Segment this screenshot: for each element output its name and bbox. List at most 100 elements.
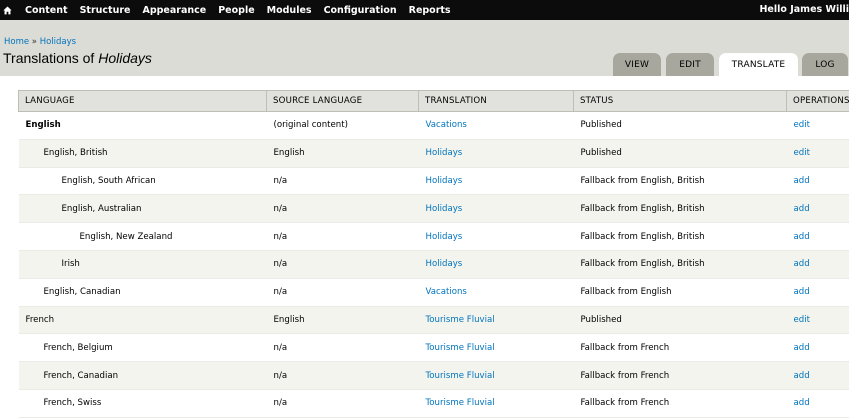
breadcrumb-home-link[interactable]: Home [4,37,29,47]
table-row: English, Canadian n/a Vacations Fallback fr… [19,278,849,306]
operation-link[interactable]: add [794,343,810,353]
table-row: French English Tourisme Fluvial Published ed… [19,306,849,334]
user-name-link[interactable]: James Willi [790,4,849,15]
breadcrumb: Home » Holidays [4,37,76,47]
page-title-node: Holidays [98,50,152,66]
operation-link[interactable]: add [794,176,810,186]
language-name-cell: English, Canadian [19,278,267,306]
menu-appearance[interactable]: Appearance [142,5,206,16]
operation-link-cell: edit [787,306,849,334]
header-translation[interactable]: TRANSLATION [419,91,574,112]
operation-link[interactable]: add [794,232,810,242]
header-status[interactable]: STATUS [574,91,787,112]
table-row: English, BritishEnglishHolidaysPublished… [19,139,849,167]
status-text-cell: Fallback from English [574,278,787,306]
header-language[interactable]: LANGUAGE [19,91,267,112]
tab-view-label: VIEW [625,60,649,70]
translation-link-cell: Holidays [419,167,574,195]
status-text: Published [581,120,622,130]
operation-link[interactable]: add [794,371,810,381]
language-name: English [26,120,61,130]
language-name-cell: English [19,112,267,140]
translation-link[interactable]: Vacations [426,287,467,297]
operation-link-cell: add [787,278,849,306]
table-row: French, Canadiann/aTourisme FluvialFallb… [19,362,849,390]
language-name-cell: English, South African [19,167,267,195]
translation-link[interactable]: Tourisme Fluvial [426,315,495,325]
source-language-cell: n/a [267,195,419,223]
language-name: French, Swiss [44,398,102,408]
source-language-cell: n/a [267,250,419,278]
operation-link[interactable]: add [794,398,810,408]
operation-link[interactable]: add [794,287,810,297]
translation-link-cell: Tourisme Fluvial [419,389,574,417]
status-text: Published [581,315,622,325]
page-title: Translations of Holidays [3,50,152,66]
source-language-cell: (original content) [267,112,419,140]
translation-link[interactable]: Holidays [426,148,463,158]
language-name-cell: French [19,306,267,334]
source-language: n/a [274,287,288,297]
language-name-cell: English, New Zealand [19,223,267,251]
menu-structure[interactable]: Structure [80,5,131,16]
status-text: Fallback from English, British [581,232,705,242]
source-language: n/a [274,232,288,242]
language-name: French [26,315,55,325]
table-row: English, Australiann/aHolidaysFallback f… [19,195,849,223]
source-language-cell: English [267,139,419,167]
table-body: English(original content)VacationsPublis… [19,112,849,418]
header-source-language[interactable]: SOURCE LANGUAGE [267,91,419,112]
translation-link[interactable]: Holidays [426,259,463,269]
status-text: Fallback from French [581,398,670,408]
menu-modules[interactable]: Modules [267,5,312,16]
tab-view[interactable]: VIEW [613,53,661,76]
operation-link-cell: edit [787,139,849,167]
operation-link[interactable]: edit [794,120,811,130]
status-text: Fallback from French [581,371,670,381]
translation-link[interactable]: Holidays [426,204,463,214]
translation-link[interactable]: Tourisme Fluvial [426,343,495,353]
translation-link-cell: Holidays [419,139,574,167]
language-name: English, British [44,148,108,158]
menu-content[interactable]: Content [25,5,68,16]
menu-people[interactable]: People [218,5,254,16]
operation-link-cell: add [787,250,849,278]
tab-log[interactable]: LOG [802,53,848,76]
language-name-cell: Irish [19,250,267,278]
operation-link[interactable]: edit [794,315,811,325]
source-language: n/a [274,259,288,269]
menu-reports[interactable]: Reports [409,5,451,16]
translation-link[interactable]: Tourisme Fluvial [426,371,495,381]
source-language: n/a [274,343,288,353]
table-row: French, Belgium n/a Tourisme Fluvial Fallba… [19,334,849,362]
language-name-cell: English, British [19,139,267,167]
translation-link[interactable]: Holidays [426,176,463,186]
translation-link-cell: Tourisme Fluvial [419,334,574,362]
language-name: French, Belgium [44,343,113,353]
operation-link-cell: edit [787,112,849,140]
status-text-cell: Fallback from English, British [574,250,787,278]
translation-link[interactable]: Vacations [426,120,467,130]
table-row: English (original content) Vacations Publis… [19,112,849,140]
tab-edit[interactable]: EDIT [666,53,714,76]
breadcrumb-separator: » [29,37,40,47]
menu-configuration[interactable]: Configuration [324,5,397,16]
page-title-prefix: Translations of [3,50,98,66]
operation-link[interactable]: add [794,259,810,269]
translation-link[interactable]: Holidays [426,232,463,242]
tab-translate[interactable]: TRANSLATE [719,53,798,76]
table-header-row: LANGUAGE SOURCE LANGUAGE TRANSLATION STA… [19,91,849,112]
operation-link-cell: add [787,389,849,417]
translation-link[interactable]: Tourisme Fluvial [426,398,495,408]
operation-link[interactable]: edit [794,148,811,158]
operation-link-cell: add [787,167,849,195]
tab-edit-label: EDIT [679,60,701,70]
operation-link[interactable]: add [794,204,810,214]
home-icon[interactable] [0,0,15,20]
operation-link-cell: add [787,334,849,362]
status-text-cell: Published [574,112,787,140]
status-text-cell: Fallback from French [574,334,787,362]
translation-link-cell: Vacations [419,278,574,306]
source-language: English [274,315,305,325]
breadcrumb-current-link[interactable]: Holidays [40,37,76,47]
